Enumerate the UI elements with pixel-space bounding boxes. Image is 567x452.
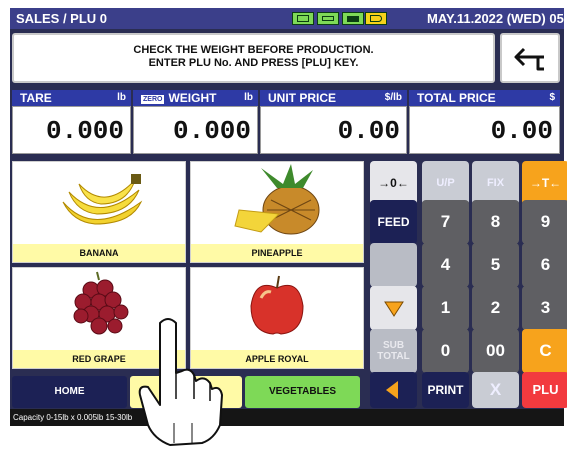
tare-key[interactable]: →T← <box>522 161 567 205</box>
plu-button-pineapple[interactable]: PINEAPPLE <box>190 161 364 263</box>
return-arrow-icon <box>514 47 544 71</box>
print-key[interactable]: PRINT <box>422 372 469 408</box>
blank-key[interactable] <box>370 243 417 287</box>
battery-icon <box>342 12 364 25</box>
scroll-down-key[interactable] <box>370 286 417 330</box>
tare-unit: lb <box>117 92 126 103</box>
unit-price-value: 0.00 <box>260 106 407 154</box>
digit-6-key[interactable]: 6 <box>522 243 567 287</box>
triangle-down-icon <box>384 301 404 317</box>
feed-key[interactable]: FEED <box>370 200 417 244</box>
multiply-key[interactable]: X <box>472 372 519 408</box>
plu-label: PINEAPPLE <box>191 244 363 262</box>
capacity-status: Capacity 0-15lb x 0.005lb 15-30lb <box>10 409 564 426</box>
display-mode-icon <box>292 12 314 25</box>
tare-value: 0.000 <box>12 106 131 154</box>
digit-3-key[interactable]: 3 <box>522 286 567 330</box>
digit-2-key[interactable]: 2 <box>472 286 519 330</box>
message-line-1: CHECK THE WEIGHT BEFORE PRODUCTION. <box>133 44 374 56</box>
back-button[interactable] <box>500 33 560 83</box>
plu-button-banana[interactable]: BANANA <box>12 161 186 263</box>
pointing-hand-icon <box>138 318 223 446</box>
plu-key[interactable]: PLU <box>522 372 567 408</box>
weight-label: WEIGHT <box>168 91 217 105</box>
digit-8-key[interactable]: 8 <box>472 200 519 244</box>
date-time: MAY.11.2022 (WED) 05:24 <box>427 11 567 26</box>
zero-badge: ZERO <box>141 95 165 104</box>
unit-price-header: UNIT PRICE $/lb <box>260 90 407 106</box>
digit-4-key[interactable]: 4 <box>422 243 469 287</box>
tare-header: TARE lb <box>12 90 131 106</box>
total-price-value: 0.00 <box>409 106 560 154</box>
screen-title: SALES / PLU 0 <box>16 11 108 26</box>
window-icon <box>317 12 339 25</box>
left-arrow-key[interactable] <box>370 372 417 408</box>
unit-price-label: UNIT PRICE <box>268 91 337 105</box>
banana-icon <box>62 174 143 225</box>
clear-key[interactable]: C <box>522 329 567 373</box>
tare-label: TARE <box>20 91 52 105</box>
total-price-label: TOTAL PRICE <box>417 91 496 105</box>
sub-total-key[interactable]: SUB TOTAL <box>370 329 417 373</box>
home-button[interactable]: HOME <box>12 376 127 408</box>
total-price-unit: $ <box>549 92 555 103</box>
triangle-left-icon <box>386 381 398 399</box>
digit-0-key[interactable]: 0 <box>422 329 469 373</box>
plu-label: BANANA <box>13 244 185 262</box>
network-icon <box>365 12 387 25</box>
vegetables-tab[interactable]: VEGETABLES <box>245 376 360 408</box>
unit-price-key[interactable]: U/P <box>422 161 469 205</box>
title-bar: SALES / PLU 0 MAY.11.2022 (WED) 05:24 <box>10 8 567 29</box>
digit-9-key[interactable]: 9 <box>522 200 567 244</box>
instruction-message: CHECK THE WEIGHT BEFORE PRODUCTION. ENTE… <box>12 33 495 83</box>
digit-1-key[interactable]: 1 <box>422 286 469 330</box>
digit-7-key[interactable]: 7 <box>422 200 469 244</box>
pineapple-icon <box>234 164 320 235</box>
message-line-2: ENTER PLU No. AND PRESS [PLU] KEY. <box>148 57 359 69</box>
weight-unit: lb <box>244 92 253 103</box>
digit-5-key[interactable]: 5 <box>472 243 519 287</box>
weight-header: ZERO WEIGHT lb <box>133 90 258 106</box>
double-zero-key[interactable]: 00 <box>472 329 519 373</box>
weight-value: 0.000 <box>133 106 258 154</box>
zero-set-key[interactable]: →0← <box>370 161 417 205</box>
unit-price-unit: $/lb <box>384 92 402 103</box>
total-price-header: TOTAL PRICE $ <box>409 90 560 106</box>
fix-key[interactable]: FIX <box>472 161 519 205</box>
